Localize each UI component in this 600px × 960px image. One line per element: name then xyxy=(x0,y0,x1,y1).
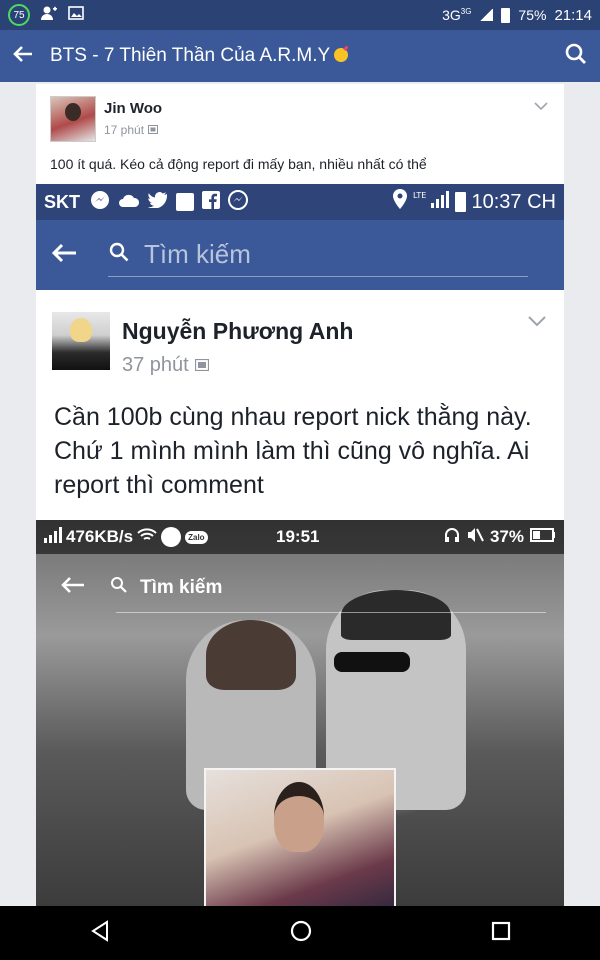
chevron-down-icon[interactable] xyxy=(534,98,548,116)
privacy-icon xyxy=(148,123,159,137)
screenshot-privacy-icon xyxy=(194,354,209,377)
location-icon xyxy=(392,189,407,215)
screenshot-chevron-down-icon xyxy=(528,314,546,332)
screenshot-post-time: 37 phút xyxy=(122,354,189,376)
post-time-row: 17 phút xyxy=(104,123,162,137)
photo-battery-icon xyxy=(530,527,556,547)
photo-speed: 476KB/s xyxy=(66,527,134,546)
embedded-screenshot[interactable]: SKT LTE 10:37 CH Tìm kiếm Nguyễn Phương … xyxy=(36,184,564,906)
photo-inset-thumbnail xyxy=(204,768,396,906)
avatar[interactable] xyxy=(50,96,96,142)
post-author[interactable]: Jin Woo xyxy=(104,100,162,117)
battery-icon xyxy=(501,7,511,23)
photo-music-icon xyxy=(161,527,182,547)
search-icon[interactable] xyxy=(564,42,588,71)
photo-signal-icon xyxy=(44,526,66,548)
messenger-icon xyxy=(90,190,110,215)
screenshot-search-box: Tìm kiếm xyxy=(108,233,528,277)
screenshot-post-time-row: 37 phút xyxy=(122,354,209,377)
screenshot-search-placeholder: Tìm kiếm xyxy=(144,239,251,269)
heart-emoji-icon xyxy=(332,45,352,68)
photo-back-arrow-icon xyxy=(60,576,86,600)
cloud-icon xyxy=(118,192,140,213)
image-icon xyxy=(68,6,84,24)
recents-nav-icon[interactable] xyxy=(491,921,511,946)
photo-search-underline xyxy=(116,612,546,613)
photo-search-label: Tìm kiếm xyxy=(140,577,223,598)
app-header: BTS - 7 Thiên Thần Của A.R.M.Y xyxy=(0,30,600,82)
photo-mute-icon xyxy=(466,527,484,548)
photo-battery-level: 37% xyxy=(489,527,524,546)
post-card: Jin Woo 17 phút 100 ít quá. Kéo cả động … xyxy=(36,84,564,906)
battery-level: 75% xyxy=(518,7,547,23)
note-icon xyxy=(176,193,194,211)
screenshot-back-arrow-icon xyxy=(50,242,78,269)
photo-clock: 19:51 xyxy=(276,527,320,546)
carrier-label: SKT xyxy=(44,191,80,212)
photo-status-bar: 476KB/s Zalo 19:51 37% xyxy=(36,520,564,554)
network-sup: 3G xyxy=(460,6,472,16)
screenshot-photo: 476KB/s Zalo 19:51 37% Tìm kiếm xyxy=(36,520,564,906)
photo-sunglasses xyxy=(334,652,410,672)
screenshot-battery-icon xyxy=(454,192,466,212)
signal-icon xyxy=(479,9,494,21)
screenshot-post-card: Nguyễn Phương Anh 37 phút Cần 100b cùng … xyxy=(36,296,564,906)
back-nav-icon[interactable] xyxy=(89,919,111,947)
twitter-icon xyxy=(148,191,168,213)
post-time[interactable]: 17 phút xyxy=(104,123,144,137)
photo-search-icon xyxy=(110,576,128,600)
svg-text:LTE: LTE xyxy=(413,191,426,200)
screenshot-status-bar: SKT LTE 10:37 CH xyxy=(36,184,564,220)
screenshot-avatar xyxy=(52,312,110,370)
screenshot-post-text: Cần 100b cùng nhau report nick thằng này… xyxy=(54,403,532,499)
home-nav-icon[interactable] xyxy=(289,919,313,948)
notification-badge: 75 xyxy=(8,4,30,26)
photo-wifi-icon xyxy=(137,527,157,547)
lte-signal-icon: LTE xyxy=(413,189,449,215)
facebook-icon xyxy=(202,190,220,214)
screenshot-header: Tìm kiếm xyxy=(36,220,564,290)
screenshot-clock: 10:37 CH xyxy=(471,190,557,213)
network-type: 3G xyxy=(442,7,461,23)
screenshot-search-icon xyxy=(108,239,130,270)
clock: 21:14 xyxy=(554,6,592,24)
status-bar: 75 3G 3G 75% 21:14 xyxy=(0,0,600,30)
post-header: Jin Woo 17 phút xyxy=(50,96,162,142)
screenshot-post-author: Nguyễn Phương Anh xyxy=(122,318,354,344)
back-arrow-icon[interactable] xyxy=(12,44,34,69)
post-text: 100 ít quá. Kéo cả động report đi mấy bạ… xyxy=(50,156,427,172)
navigation-bar xyxy=(0,906,600,960)
page-title: BTS - 7 Thiên Thần Của A.R.M.Y xyxy=(50,45,331,66)
photo-headphones-icon xyxy=(444,527,460,548)
photo-app-label: Zalo xyxy=(185,530,208,544)
messenger-icon-2 xyxy=(228,189,248,215)
photo-search-row: Tìm kiếm xyxy=(60,576,222,600)
person-add-icon xyxy=(40,5,58,25)
